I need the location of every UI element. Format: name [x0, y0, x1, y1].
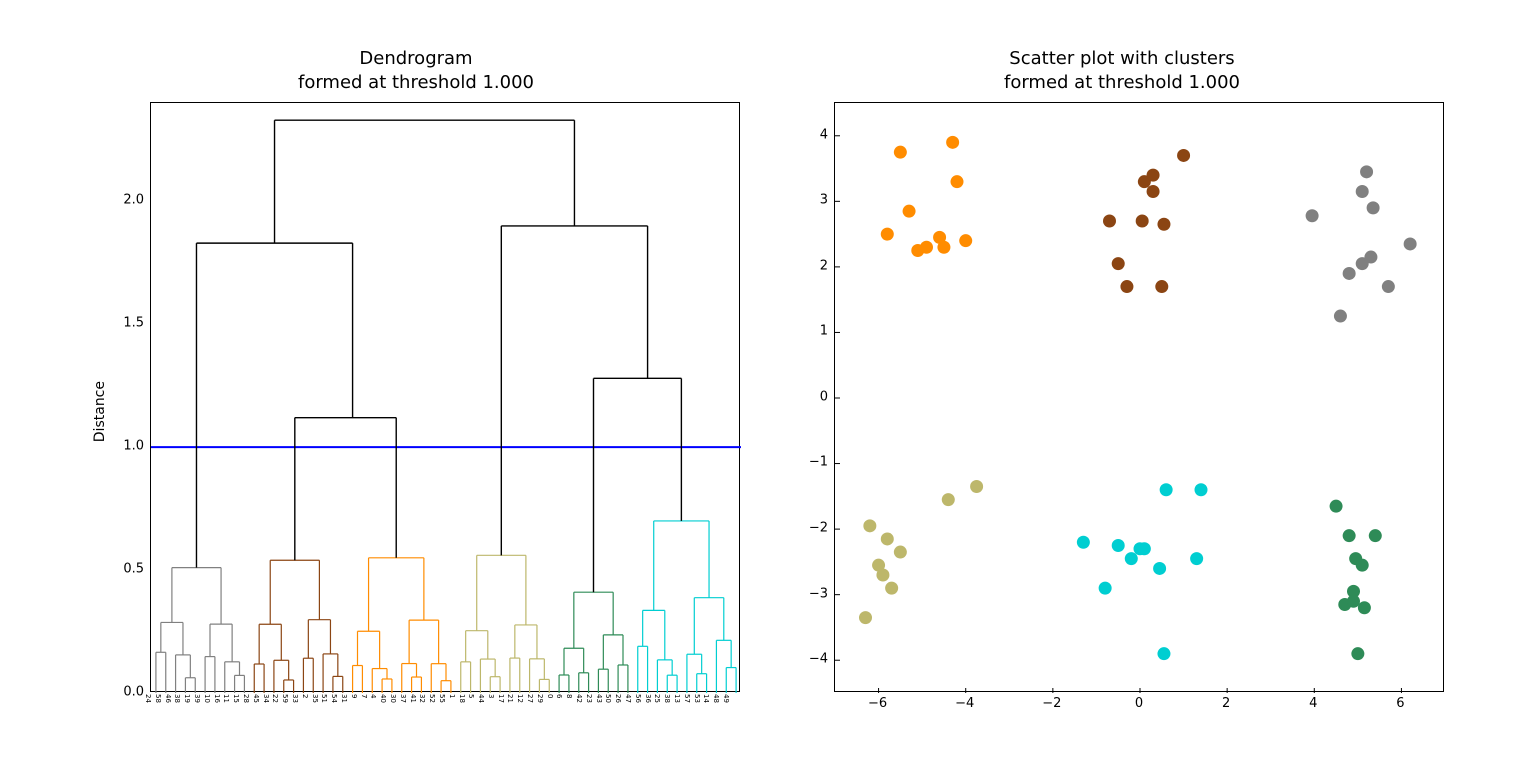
dendrogram-svg — [151, 103, 741, 693]
scatter-point — [1147, 185, 1160, 198]
scatter-point — [951, 175, 964, 188]
scatter-point — [946, 136, 959, 149]
scatter-point — [1382, 280, 1395, 293]
scatter-point — [881, 532, 894, 545]
scatter-point — [903, 205, 916, 218]
scatter-point — [1138, 542, 1151, 555]
dendrogram-title: Dendrogram formed at threshold 1.000 — [298, 47, 534, 94]
scatter-yticks: −4−3−2−101234 — [800, 102, 834, 692]
scatter-point — [942, 493, 955, 506]
dendrogram-subplot: Dendrogram formed at threshold 1.000 Dis… — [92, 47, 740, 722]
scatter-point — [1112, 257, 1125, 270]
dendrogram-leaf-labels: 2458463819391016111528453422593323551543… — [150, 692, 740, 722]
scatter-point — [1343, 267, 1356, 280]
scatter-point — [1120, 280, 1133, 293]
scatter-xticks: −6−4−20246 — [834, 692, 1444, 712]
scatter-point — [1157, 647, 1170, 660]
scatter-point — [1195, 483, 1208, 496]
scatter-point — [959, 234, 972, 247]
scatter-point — [1112, 539, 1125, 552]
scatter-point — [894, 545, 907, 558]
scatter-point — [920, 241, 933, 254]
scatter-point — [937, 241, 950, 254]
scatter-point — [859, 611, 872, 624]
scatter-point — [1147, 169, 1160, 182]
dendrogram-yticks: 0.00.51.01.52.0 — [112, 102, 150, 692]
scatter-point — [1351, 647, 1364, 660]
scatter-point — [1103, 214, 1116, 227]
scatter-area — [834, 102, 1444, 692]
scatter-point — [1306, 209, 1319, 222]
scatter-point — [1360, 165, 1373, 178]
scatter-point — [1099, 582, 1112, 595]
scatter-point — [1369, 529, 1382, 542]
dendrogram-area — [150, 102, 740, 692]
scatter-point — [1077, 536, 1090, 549]
figure: Dendrogram formed at threshold 1.000 Dis… — [52, 27, 1484, 742]
scatter-point — [881, 228, 894, 241]
scatter-point — [876, 568, 889, 581]
scatter-title: Scatter plot with clusters formed at thr… — [1004, 47, 1240, 94]
scatter-point — [970, 480, 983, 493]
scatter-svg — [835, 103, 1445, 693]
scatter-point — [1364, 250, 1377, 263]
scatter-subplot: Scatter plot with clusters formed at thr… — [800, 47, 1444, 722]
scatter-point — [885, 582, 898, 595]
scatter-point — [863, 519, 876, 532]
scatter-point — [1330, 500, 1343, 513]
scatter-point — [1358, 601, 1371, 614]
scatter-point — [1157, 218, 1170, 231]
scatter-point — [1125, 552, 1138, 565]
scatter-point — [1136, 214, 1149, 227]
scatter-point — [894, 146, 907, 159]
dendrogram-ylabel: Distance — [92, 381, 108, 442]
scatter-point — [1367, 201, 1380, 214]
scatter-point — [1356, 185, 1369, 198]
scatter-point — [1343, 529, 1356, 542]
scatter-point — [1153, 562, 1166, 575]
scatter-point — [1334, 309, 1347, 322]
scatter-point — [1155, 280, 1168, 293]
scatter-point — [1160, 483, 1173, 496]
scatter-point — [1404, 237, 1417, 250]
scatter-point — [1347, 595, 1360, 608]
scatter-point — [1177, 149, 1190, 162]
scatter-point — [1356, 559, 1369, 572]
scatter-point — [1190, 552, 1203, 565]
